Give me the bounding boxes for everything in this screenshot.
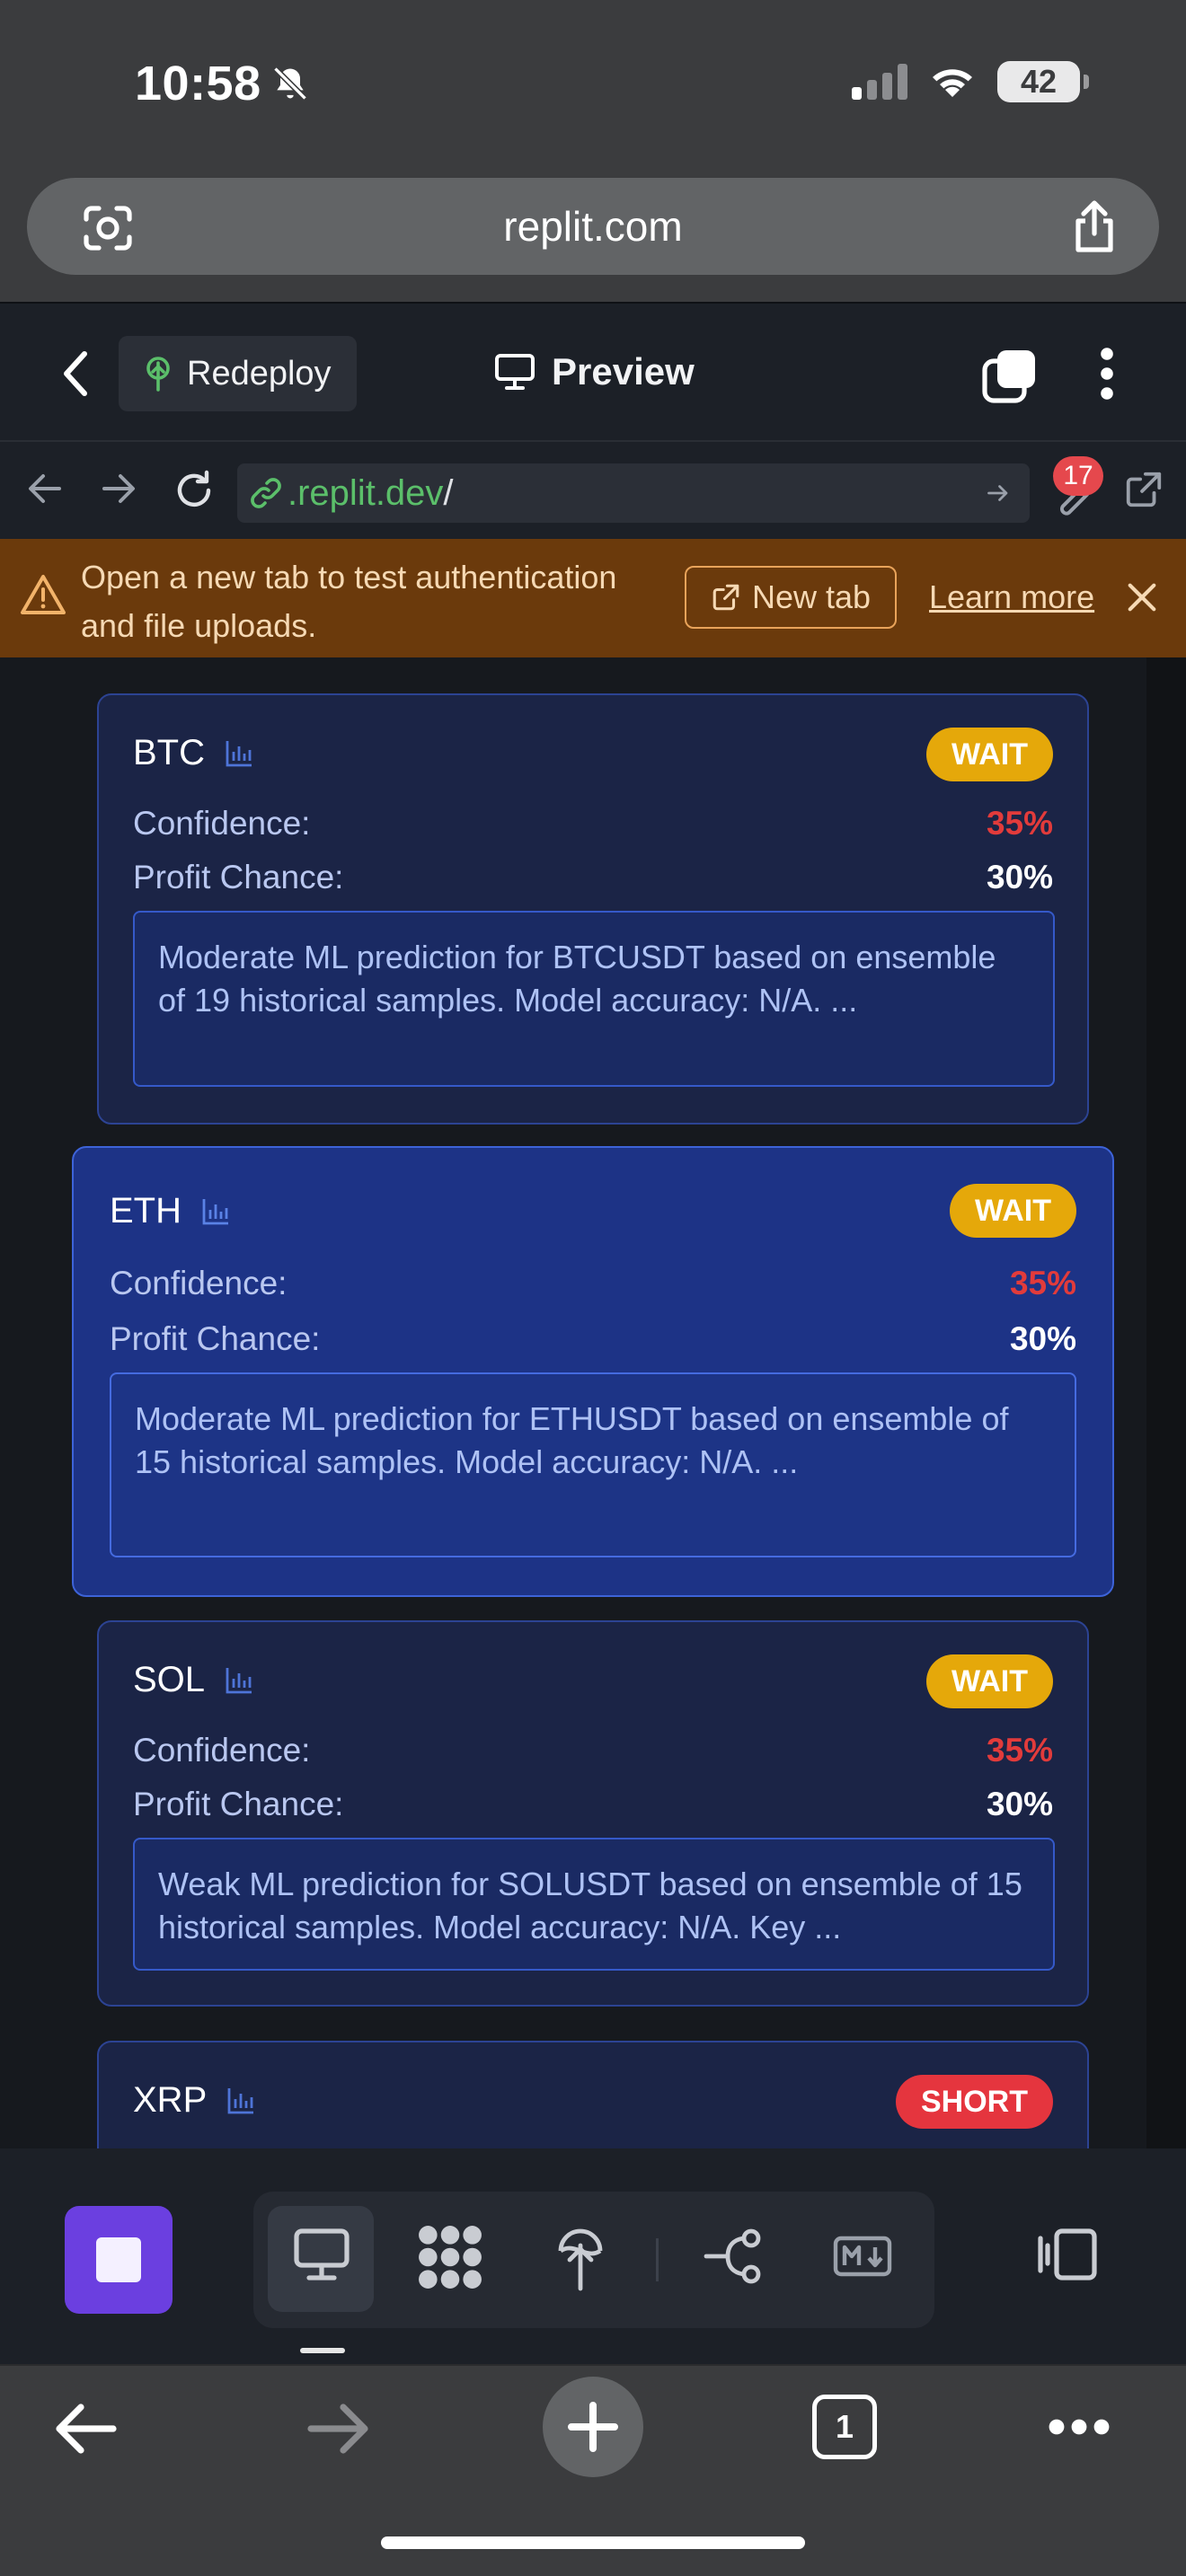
open-external-icon[interactable] [1123,469,1164,510]
learn-more-link[interactable]: Learn more [929,578,1094,616]
scroll-rail [1146,657,1186,2148]
confidence-label: Confidence: [133,1732,311,1769]
status-time: 10:58 [135,56,310,111]
bar-chart-icon[interactable] [225,1666,253,1695]
more-horizontal-icon[interactable] [1048,2418,1111,2436]
ios-status-bar: 10:58 42 [0,0,1186,176]
profit-chance-value: 30% [986,859,1053,895]
new-tab-button[interactable]: New tab [685,566,897,629]
nav-back-icon[interactable] [25,469,65,508]
notification-count-badge: 17 [1053,456,1103,496]
monitor-icon [495,354,535,390]
forward-arrow-icon[interactable] [305,2402,372,2456]
confidence-value: 35% [1009,1265,1076,1301]
confidence-label: Confidence: [133,805,311,842]
battery-indicator: 42 [997,61,1089,102]
signal-card-xrp[interactable]: XRP SHORT [97,2041,1089,2148]
external-link-icon [712,584,739,611]
deploy-tree-icon [146,357,170,392]
signal-badge: WAIT [926,728,1053,781]
banner-message: Open a new tab to test authentication an… [81,559,617,644]
back-arrow-icon[interactable] [52,2402,119,2456]
signal-card-btc[interactable]: BTC WAIT Confidence: 35% Profit Chance: … [97,693,1089,1125]
signal-badge: WAIT [950,1184,1076,1238]
bell-slash-icon [272,66,307,101]
profit-chance-value: 30% [1009,1320,1076,1357]
tabs-button[interactable]: 1 [812,2395,877,2459]
toolbar-divider [656,2238,659,2281]
plus-icon [568,2402,618,2452]
markdown-icon[interactable] [832,2229,893,2283]
sidebar-toggle-icon[interactable] [1035,2226,1100,2283]
preview-content: BTC WAIT Confidence: 35% Profit Chance: … [0,657,1186,2148]
home-indicator [381,2536,805,2549]
wifi-icon [933,69,972,97]
nav-forward-icon[interactable] [99,469,138,508]
auth-warning-banner: Open a new tab to test authentication an… [0,539,1186,657]
profit-chance-label: Profit Chance: [133,1786,344,1822]
google-lens-icon[interactable] [81,203,135,253]
card-symbol: ETH [110,1191,230,1231]
preview-url-field[interactable]: .replit.dev / [237,463,1030,523]
card-symbol: BTC [133,733,253,773]
profit-chance-value: 30% [986,1786,1053,1822]
safari-url-text: replit.com [503,203,683,250]
bar-chart-icon[interactable] [226,2086,255,2115]
share-icon[interactable] [1069,198,1120,255]
more-vertical-icon[interactable] [1098,347,1116,401]
redeploy-button[interactable]: Redeploy [119,336,357,411]
stop-square-icon [96,2237,141,2282]
prediction-description: Moderate ML prediction for BTCUSDT based… [133,911,1055,1087]
link-icon [251,478,281,508]
signal-badge: SHORT [896,2075,1053,2129]
replit-header: Redeploy Preview [0,302,1186,440]
prediction-description: Moderate ML prediction for ETHUSDT based… [110,1372,1076,1557]
stop-button[interactable] [65,2206,173,2314]
confidence-label: Confidence: [110,1265,288,1301]
confidence-value: 35% [986,1732,1053,1769]
workflows-grid-icon[interactable] [417,2224,483,2290]
active-tab-indicator [300,2348,345,2353]
reload-icon[interactable] [173,469,216,512]
tool-tabs [253,2192,934,2328]
signal-card-eth[interactable]: ETH WAIT Confidence: 35% Profit Chance: … [72,1146,1114,1597]
tabs-switcher-icon[interactable] [981,347,1039,404]
chevron-left-icon[interactable] [58,348,93,399]
bar-chart-icon[interactable] [201,1197,230,1226]
new-tab-plus-button[interactable] [543,2377,643,2477]
card-symbol: XRP [133,2080,255,2121]
go-arrow-icon[interactable] [985,480,1012,507]
replit-toolbar [0,2148,1186,2364]
profit-chance-label: Profit Chance: [133,859,344,895]
close-icon[interactable] [1125,580,1159,614]
card-symbol: SOL [133,1660,253,1700]
profit-chance-label: Profit Chance: [110,1320,321,1357]
signal-card-sol[interactable]: SOL WAIT Confidence: 35% Profit Chance: … [97,1620,1089,2007]
warning-triangle-icon [21,575,66,614]
safari-address-bar[interactable]: replit.com [27,178,1159,275]
signal-badge: WAIT [926,1654,1053,1708]
cellular-signal-icon [852,64,907,100]
confidence-value: 35% [986,805,1053,842]
preview-browser-bar: .replit.dev/ 17 [0,440,1186,539]
bar-chart-icon[interactable] [225,739,253,768]
preview-title: Preview [494,350,695,393]
git-branch-icon[interactable] [703,2224,767,2289]
prediction-description: Weak ML prediction for SOLUSDT based on … [133,1838,1055,1971]
deployments-icon[interactable] [553,2224,607,2292]
preview-monitor-icon[interactable] [291,2224,352,2285]
